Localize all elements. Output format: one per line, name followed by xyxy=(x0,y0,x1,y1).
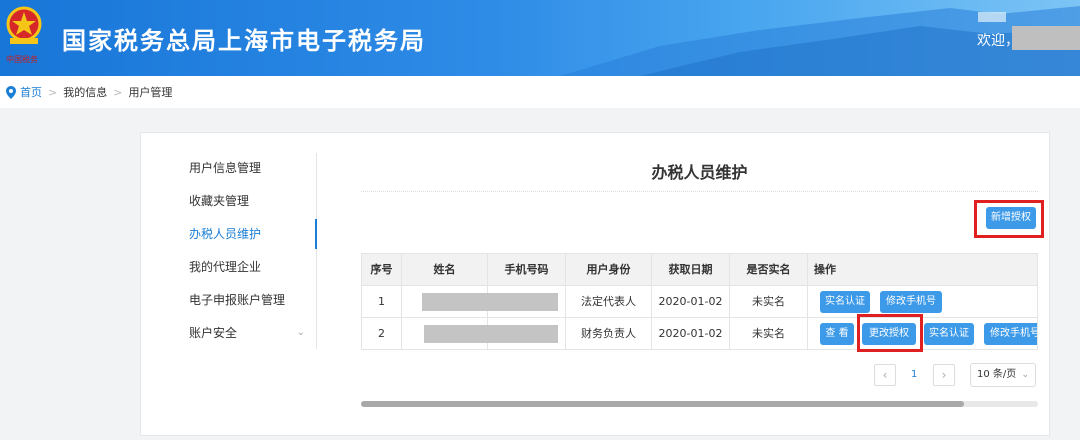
column-header: 是否实名 xyxy=(730,254,808,286)
breadcrumb-separator: > xyxy=(113,85,123,99)
change-phone-button[interactable]: 修改手机号 xyxy=(984,323,1037,345)
site-header: 中国税务 国家税务总局上海市电子税务局 欢迎， xyxy=(0,0,1080,76)
next-page-button[interactable]: › xyxy=(933,364,955,386)
row-index: 1 xyxy=(362,286,402,318)
site-title: 国家税务总局上海市电子税务局 xyxy=(62,27,426,55)
breadcrumb-user-management: 用户管理 xyxy=(128,86,173,99)
role-cell: 财务负责人 xyxy=(566,318,652,349)
column-header: 用户身份 xyxy=(566,254,652,286)
menu-item-tax-staff[interactable]: 办税人员维护 xyxy=(189,219,317,249)
username-redacted xyxy=(1012,26,1080,50)
svg-text:中国税务: 中国税务 xyxy=(6,54,38,64)
highlight-box xyxy=(857,314,923,352)
menu-item-agent-companies[interactable]: 我的代理企业 xyxy=(189,252,317,282)
prev-page-button[interactable]: ‹ xyxy=(874,364,896,386)
side-menu: 用户信息管理 收藏夹管理 办税人员维护 我的代理企业 电子申报账户管理 账户安全… xyxy=(189,153,317,349)
menu-item-account-security[interactable]: 账户安全 ⌄ xyxy=(189,318,317,348)
real-name-auth-button[interactable]: 实名认证 xyxy=(924,323,974,345)
real-name-auth-button[interactable]: 实名认证 xyxy=(820,291,870,313)
table-row: 2 财务负责人 2020-01-02 未实名 查 看 更改授权 实名认证 修改手… xyxy=(362,318,1037,349)
page-title: 办税人员维护 xyxy=(651,163,748,182)
phone-cell xyxy=(488,286,566,318)
scrollbar-thumb[interactable] xyxy=(361,401,964,407)
view-button[interactable]: 查 看 xyxy=(820,323,854,345)
menu-item-user-info[interactable]: 用户信息管理 xyxy=(189,153,317,183)
phone-cell xyxy=(488,318,566,349)
add-authorization-button[interactable]: 新增授权 xyxy=(986,207,1036,229)
location-pin-icon xyxy=(6,85,16,99)
menu-item-e-filing-accounts[interactable]: 电子申报账户管理 xyxy=(189,285,317,315)
column-header: 手机号码 xyxy=(488,254,566,286)
breadcrumb-my-info[interactable]: 我的信息 xyxy=(63,84,107,100)
column-header: 姓名 xyxy=(402,254,488,286)
breadcrumb-home[interactable]: 首页 xyxy=(20,84,42,100)
breadcrumb-separator: > xyxy=(48,85,58,99)
verified-cell: 未实名 xyxy=(730,286,808,318)
chevron-down-icon: ⌄ xyxy=(1021,370,1029,380)
page-size-value: 10 条/页 xyxy=(977,369,1017,380)
page-size-select[interactable]: 10 条/页 ⌄ xyxy=(970,363,1036,387)
row-index: 2 xyxy=(362,318,402,349)
role-cell: 法定代表人 xyxy=(566,286,652,318)
staff-table: 序号 姓名 手机号码 用户身份 获取日期 是否实名 操作 1 法定代表人 202… xyxy=(361,253,1038,350)
column-header: 操作 xyxy=(814,263,836,276)
divider xyxy=(361,191,1038,192)
current-page[interactable]: 1 xyxy=(911,369,917,380)
chevron-down-icon: ⌄ xyxy=(296,327,305,338)
date-cell: 2020-01-02 xyxy=(652,318,730,349)
breadcrumb: 首页 > 我的信息 > 用户管理 xyxy=(0,76,1080,108)
horizontal-scrollbar[interactable] xyxy=(361,401,1038,407)
date-cell: 2020-01-02 xyxy=(652,286,730,318)
menu-item-favorites[interactable]: 收藏夹管理 xyxy=(189,186,317,216)
change-phone-button[interactable]: 修改手机号 xyxy=(880,291,942,313)
column-header: 序号 xyxy=(362,254,402,286)
table-row: 1 法定代表人 2020-01-02 未实名 实名认证 修改手机号 xyxy=(362,286,1037,318)
menu-item-label: 账户安全 xyxy=(189,326,238,340)
column-header: 获取日期 xyxy=(652,254,730,286)
tax-emblem-icon: 中国税务 xyxy=(6,6,42,64)
verified-cell: 未实名 xyxy=(730,318,808,349)
table-header: 序号 姓名 手机号码 用户身份 获取日期 是否实名 操作 xyxy=(362,254,1037,286)
main-panel: 用户信息管理 收藏夹管理 办税人员维护 我的代理企业 电子申报账户管理 账户安全… xyxy=(140,132,1050,436)
